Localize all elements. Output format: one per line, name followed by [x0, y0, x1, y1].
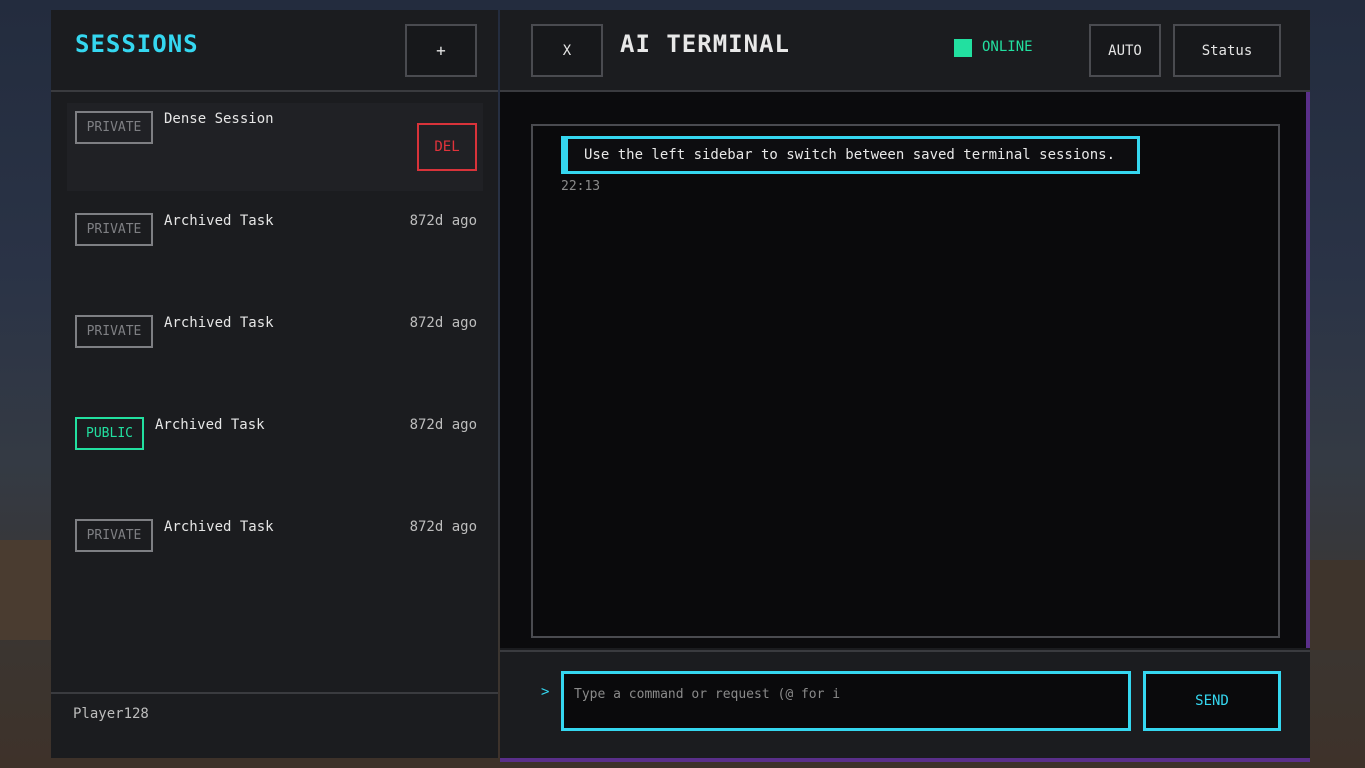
- status-text: ONLINE: [982, 39, 1033, 55]
- private-badge: PRIVATE: [75, 315, 153, 348]
- session-time: 872d ago: [409, 417, 477, 433]
- prompt-chevron-icon: >: [541, 684, 550, 700]
- public-badge: PUBLIC: [75, 417, 144, 450]
- terminal-panel: X AI TERMINAL ONLINE AUTO Status Use the…: [500, 10, 1310, 762]
- session-name: Dense Session: [164, 111, 274, 127]
- chat-log[interactable]: Use the left sidebar to switch between s…: [531, 124, 1280, 638]
- command-input[interactable]: [561, 671, 1131, 731]
- private-badge: PRIVATE: [75, 111, 153, 144]
- session-item[interactable]: PRIVATE Archived Task 872d ago: [67, 511, 483, 599]
- sidebar-header: SESSIONS +: [51, 10, 498, 92]
- message-time: 22:13: [561, 179, 601, 194]
- sessions-sidebar: SESSIONS + PRIVATE Dense Session DEL PRI…: [51, 10, 498, 758]
- status-indicator-icon: [954, 39, 972, 57]
- session-item[interactable]: PUBLIC Archived Task 872d ago: [67, 409, 483, 497]
- terminal-title: AI TERMINAL: [620, 30, 790, 58]
- session-name: Archived Task: [164, 519, 274, 535]
- session-time: 872d ago: [409, 315, 477, 331]
- session-item[interactable]: PRIVATE Dense Session DEL: [67, 103, 483, 191]
- player-name: Player128: [73, 706, 149, 722]
- input-bar: > SEND: [500, 650, 1310, 762]
- session-item[interactable]: PRIVATE Archived Task 872d ago: [67, 205, 483, 293]
- terminal-header: X AI TERMINAL ONLINE AUTO Status: [500, 10, 1310, 92]
- session-time: 872d ago: [409, 213, 477, 229]
- sessions-title: SESSIONS: [75, 30, 199, 58]
- auto-button[interactable]: AUTO: [1089, 24, 1161, 77]
- chat-message: Use the left sidebar to switch between s…: [561, 136, 1141, 174]
- session-name: Archived Task: [164, 315, 274, 331]
- close-button[interactable]: X: [531, 24, 603, 77]
- session-name: Archived Task: [155, 417, 265, 433]
- session-name: Archived Task: [164, 213, 274, 229]
- background-block: [1310, 560, 1365, 650]
- status-button[interactable]: Status: [1173, 24, 1281, 77]
- private-badge: PRIVATE: [75, 213, 153, 246]
- session-item[interactable]: PRIVATE Archived Task 872d ago: [67, 307, 483, 395]
- new-session-button[interactable]: +: [405, 24, 477, 77]
- chat-area: Use the left sidebar to switch between s…: [500, 92, 1310, 648]
- delete-session-button[interactable]: DEL: [417, 123, 477, 171]
- private-badge: PRIVATE: [75, 519, 153, 552]
- sidebar-footer: Player128: [51, 692, 498, 760]
- session-time: 872d ago: [409, 519, 477, 535]
- send-button[interactable]: SEND: [1143, 671, 1281, 731]
